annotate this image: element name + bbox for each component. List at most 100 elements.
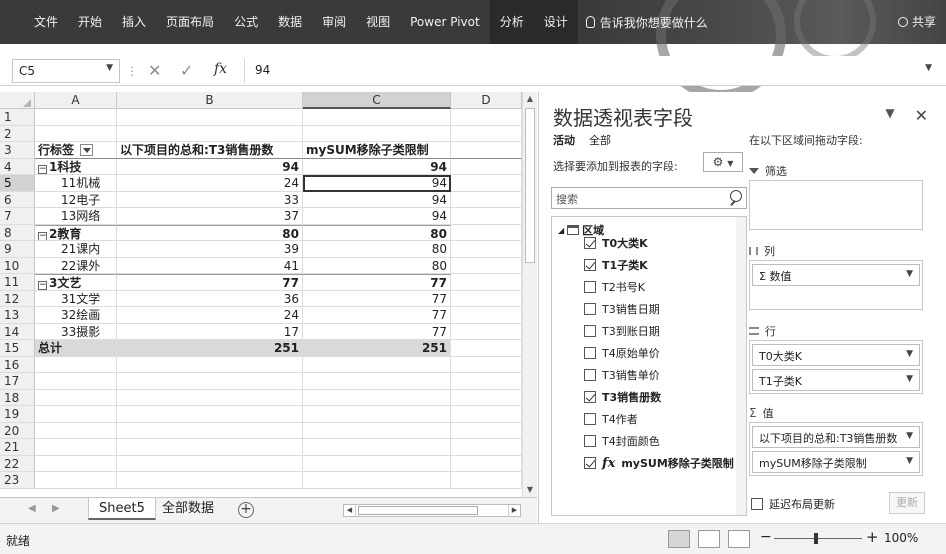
scroll-down-arrow-icon[interactable]: ▼ — [523, 483, 537, 497]
checkbox[interactable] — [584, 369, 596, 381]
filters-drop-zone[interactable] — [749, 180, 923, 230]
pivot-header-sum-sales[interactable]: 以下项目的总和:T3销售册数 — [117, 142, 303, 159]
cell[interactable] — [303, 406, 451, 423]
checkbox[interactable] — [584, 413, 596, 425]
column-header-a[interactable]: A — [35, 92, 117, 109]
name-box[interactable]: C5 ▼ — [12, 59, 120, 83]
cancel-icon[interactable]: ✕ — [148, 60, 161, 82]
pivot-value[interactable]: 33 — [117, 191, 303, 208]
checkbox[interactable] — [584, 457, 596, 469]
pivot-value[interactable]: 77 — [303, 323, 451, 340]
enter-check-icon[interactable]: ✓ — [180, 60, 193, 82]
cell[interactable] — [451, 340, 522, 357]
tab-formulas[interactable]: 公式 — [224, 0, 268, 44]
cell[interactable] — [117, 439, 303, 456]
cell[interactable] — [303, 125, 451, 142]
cell[interactable] — [117, 455, 303, 472]
column-header-b[interactable]: B — [117, 92, 303, 109]
pivot-value[interactable]: 77 — [303, 274, 451, 291]
share-button[interactable]: 共享 — [897, 0, 936, 44]
cell[interactable] — [451, 455, 522, 472]
chevron-down-icon[interactable]: ▼ — [906, 456, 913, 466]
cell[interactable] — [117, 125, 303, 142]
cell[interactable] — [35, 109, 117, 126]
cell[interactable] — [451, 142, 522, 159]
expand-formula-chevron-icon[interactable]: ▼ — [925, 63, 932, 73]
row-header[interactable]: 5 — [0, 175, 35, 192]
chevron-down-icon[interactable]: ▼ — [906, 349, 913, 359]
pivot-value[interactable]: 41 — [117, 257, 303, 274]
rows-chip[interactable]: T1子类K ▼ — [752, 369, 920, 391]
cell[interactable] — [451, 307, 522, 324]
row-header[interactable]: 2 — [0, 125, 35, 142]
rows-chip[interactable]: T0大类K ▼ — [752, 344, 920, 366]
sheet-tab-all-data[interactable]: 全部数据 — [152, 498, 224, 520]
field-item[interactable]: T3销售册数 — [584, 389, 661, 405]
row-header[interactable]: 9 — [0, 241, 35, 258]
pivot-item-label[interactable]: 33摄影 — [35, 323, 117, 340]
cell[interactable] — [451, 257, 522, 274]
checkbox[interactable] — [584, 391, 596, 403]
pivot-value[interactable]: 77 — [117, 274, 303, 291]
pivot-group-label[interactable]: −1科技 — [35, 158, 117, 175]
cell[interactable] — [451, 158, 522, 175]
pivot-value[interactable]: 94 — [303, 191, 451, 208]
zoom-knob[interactable] — [814, 533, 818, 544]
pivot-value[interactable]: 94 — [303, 158, 451, 175]
tell-me-search[interactable]: 告诉我你想要做什么 — [585, 14, 708, 31]
scroll-right-arrow-icon[interactable]: ▶ — [508, 505, 520, 516]
field-item[interactable]: T2书号K — [584, 279, 645, 295]
cell[interactable] — [451, 406, 522, 423]
field-item[interactable]: T4作者 — [584, 411, 638, 427]
search-icon[interactable] — [730, 190, 742, 202]
checkbox[interactable] — [584, 325, 596, 337]
cell[interactable] — [303, 455, 451, 472]
cell[interactable] — [35, 439, 117, 456]
cell[interactable] — [451, 472, 522, 489]
field-item[interactable]: T3销售日期 — [584, 301, 660, 317]
panel-options-chevron-icon[interactable]: ▼ — [885, 106, 894, 125]
active-cell-c5[interactable]: 94 — [303, 175, 451, 192]
defer-layout-update[interactable]: 延迟布局更新 — [751, 496, 835, 512]
row-header[interactable]: 10 — [0, 257, 35, 274]
cell[interactable] — [117, 373, 303, 390]
chevron-down-icon[interactable]: ▼ — [906, 269, 913, 279]
field-item[interactable]: fx mySUM移除子类限制 — [584, 455, 734, 471]
tab-analyze[interactable]: 分析 — [489, 0, 534, 44]
cell[interactable] — [451, 175, 522, 192]
row-header[interactable]: 13 — [0, 307, 35, 324]
update-button[interactable]: 更新 — [889, 492, 925, 514]
defer-checkbox[interactable] — [751, 498, 763, 510]
worksheet-grid[interactable]: A B C D 1 2 3 行标签 以下项目的总和:T3销售册数 mySUM移除… — [0, 92, 537, 497]
field-search-input[interactable]: 搜索 — [551, 187, 747, 209]
cell[interactable] — [451, 439, 522, 456]
row-header[interactable]: 6 — [0, 191, 35, 208]
field-settings-button[interactable]: ⚙ ▼ — [703, 152, 743, 172]
cell[interactable] — [35, 472, 117, 489]
tab-all[interactable]: 全部 — [589, 132, 611, 148]
cell[interactable] — [117, 422, 303, 439]
close-icon[interactable]: ✕ — [915, 106, 928, 125]
tab-data[interactable]: 数据 — [268, 0, 312, 44]
tab-active[interactable]: 活动 — [553, 132, 575, 148]
cell[interactable] — [451, 373, 522, 390]
row-header[interactable]: 11 — [0, 274, 35, 291]
prev-sheet-arrow-icon[interactable]: ◀ — [28, 503, 36, 514]
tab-power-pivot[interactable]: Power Pivot — [400, 0, 490, 44]
checkbox[interactable] — [584, 435, 596, 447]
cell[interactable] — [451, 208, 522, 225]
pivot-grand-total-label[interactable]: 总计 — [35, 340, 117, 357]
tab-home[interactable]: 开始 — [68, 0, 112, 44]
filter-dropdown-icon[interactable] — [80, 144, 94, 156]
row-header[interactable]: 14 — [0, 323, 35, 340]
pivot-item-label[interactable]: 12电子 — [35, 191, 117, 208]
cell[interactable] — [117, 109, 303, 126]
cell[interactable] — [35, 373, 117, 390]
chevron-down-icon[interactable]: ▼ — [906, 431, 913, 441]
pivot-grand-total-value[interactable]: 251 — [117, 340, 303, 357]
row-header[interactable]: 18 — [0, 389, 35, 406]
cell[interactable] — [35, 356, 117, 373]
checkbox[interactable] — [584, 281, 596, 293]
cell[interactable] — [303, 439, 451, 456]
pivot-value[interactable]: 37 — [117, 208, 303, 225]
